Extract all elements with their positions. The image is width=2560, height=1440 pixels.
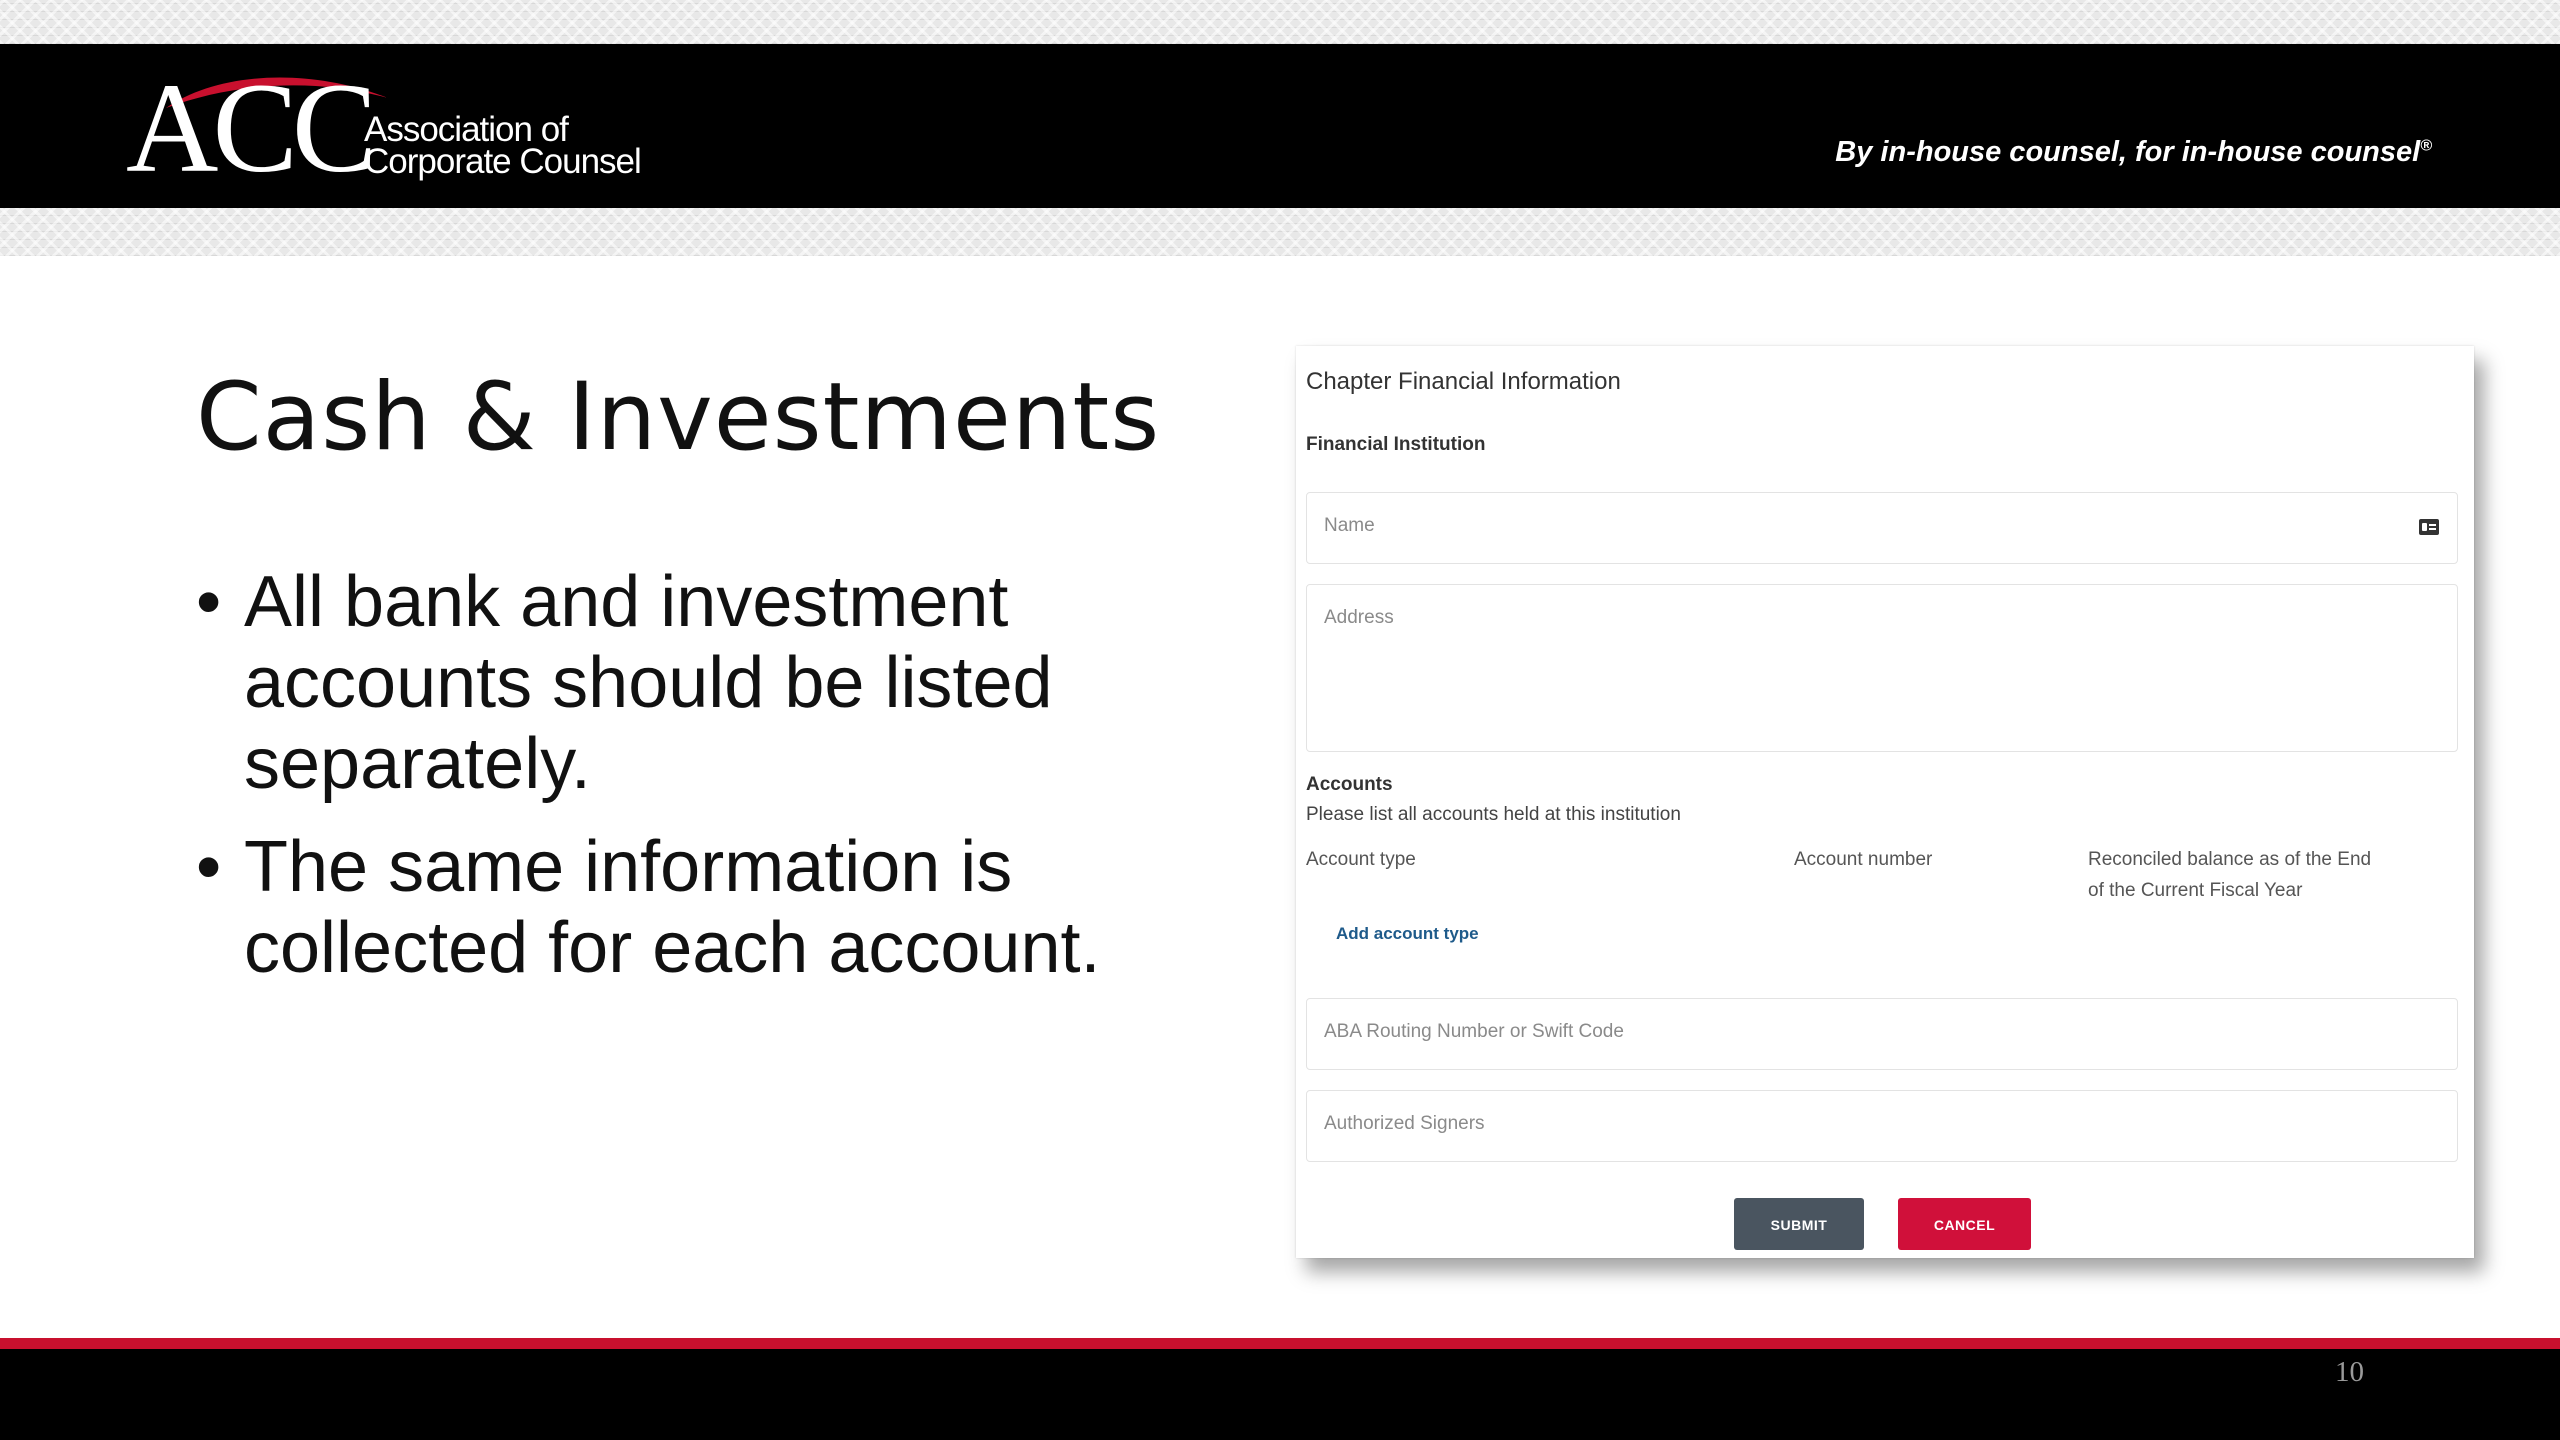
aba-placeholder: ABA Routing Number or Swift Code: [1324, 1021, 1624, 1042]
address-input[interactable]: Address: [1306, 584, 2458, 752]
registered-mark: ®: [2420, 137, 2432, 155]
page-number: 10: [2335, 1356, 2364, 1388]
name-placeholder: Name: [1324, 515, 1375, 536]
mid-pattern-band: [0, 208, 2560, 256]
financial-form-card: Chapter Financial Information Financial …: [1296, 346, 2474, 1258]
tagline-text: By in-house counsel, for in-house counse…: [1835, 136, 2421, 168]
form-title: Chapter Financial Information: [1306, 368, 1621, 395]
cancel-button[interactable]: CANCEL: [1898, 1198, 2031, 1250]
logo-wordmark: Association of Corporate Counsel: [364, 112, 642, 181]
address-placeholder: Address: [1324, 607, 1394, 628]
acc-logo: ACC Association of Corporate Counsel: [126, 57, 646, 199]
bullet-item: All bank and investment accounts should …: [196, 562, 1226, 805]
footer-accent-line: [0, 1338, 2560, 1349]
slide-title: Cash & Investments: [196, 362, 1161, 472]
column-account-type: Account type: [1306, 849, 1416, 870]
submit-button[interactable]: SUBMIT: [1734, 1198, 1864, 1250]
column-reconciled-balance: Reconciled balance as of the End of the …: [2088, 849, 2372, 901]
bullet-list: All bank and investment accounts should …: [196, 562, 1226, 1011]
aba-routing-input[interactable]: ABA Routing Number or Swift Code: [1306, 998, 2458, 1070]
contact-card-icon[interactable]: [2419, 519, 2439, 535]
logo-line-2: Corporate Counsel: [364, 142, 642, 181]
add-account-type-link[interactable]: Add account type: [1336, 924, 1479, 944]
accounts-label: Accounts: [1306, 774, 1393, 795]
logo-letters: ACC: [126, 57, 377, 199]
bullet-item: The same information is collected for ea…: [196, 827, 1226, 989]
column-account-number: Account number: [1794, 849, 1933, 870]
name-input[interactable]: Name: [1306, 492, 2458, 564]
footer-band: [0, 1349, 2560, 1440]
accounts-help-text: Please list all accounts held at this in…: [1306, 804, 1681, 825]
top-pattern-band: [0, 0, 2560, 44]
signers-placeholder: Authorized Signers: [1324, 1113, 1485, 1134]
tagline: By in-house counsel, for in-house counse…: [1835, 136, 2432, 169]
financial-institution-label: Financial Institution: [1306, 434, 1486, 455]
authorized-signers-input[interactable]: Authorized Signers: [1306, 1090, 2458, 1162]
